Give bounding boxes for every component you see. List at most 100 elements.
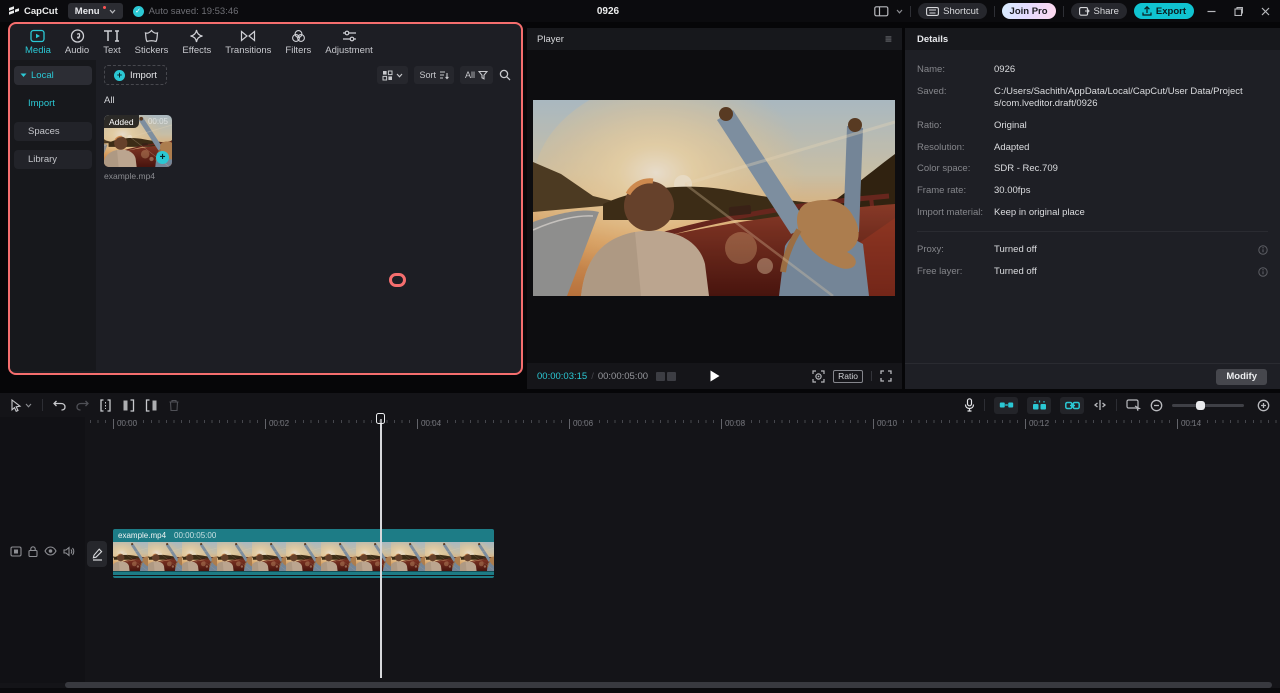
layout-icon[interactable] [874,5,889,17]
shortcut-label: Shortcut [943,5,979,17]
share-button[interactable]: Share [1070,3,1127,19]
draft-edit-button[interactable] [87,541,107,567]
text-icon [104,29,120,42]
playhead-handle[interactable] [376,413,385,424]
asset-tab-bar: Media Audio Text Stickers Effects Transi… [10,24,521,60]
clip-thumbnail [182,542,218,571]
fullscreen-icon[interactable] [880,370,892,382]
detail-row-proxy: Proxy: Turned off [917,244,1268,256]
ruler-label: 00:10 [873,419,897,429]
timeline-zoom-slider[interactable] [1172,400,1244,410]
split-delete-left-icon[interactable] [122,398,135,412]
tab-adjustment[interactable]: Adjustment [318,29,380,56]
clip-thumbnail [286,542,322,571]
video-thumbnail[interactable]: Added 00:05 + [104,115,172,167]
media-sidebar: Local Import Spaces Library [10,60,96,371]
lock-icon[interactable] [28,546,38,557]
join-pro-button[interactable]: Join Pro [1001,3,1056,19]
media-card[interactable]: Added 00:05 + example.mp4 [104,115,172,181]
close-button[interactable] [1255,0,1275,22]
view-mode-button[interactable] [377,66,409,84]
sidebar-item-import[interactable]: Import [14,94,92,113]
zoom-slider-handle[interactable] [1196,400,1205,410]
filter-button[interactable]: All [459,66,493,84]
cover-icon[interactable] [10,546,22,557]
info-icon[interactable] [1258,267,1268,277]
sidebar-group-local[interactable]: Local [14,66,92,85]
export-icon [1142,6,1152,16]
time-ruler[interactable]: 00:00 00:02 00:04 00:06 00:08 00:10 00:1… [0,417,1280,431]
detail-label: Color space: [917,163,971,175]
zoom-fit-icon[interactable] [1257,399,1270,412]
menu-label: Menu [74,5,100,17]
select-tool-button[interactable] [10,398,32,412]
tab-stickers[interactable]: Stickers [128,29,176,56]
tab-transitions[interactable]: Transitions [218,29,278,56]
chevron-down-icon [25,403,32,408]
player-title: Player [537,33,564,45]
eye-icon[interactable] [44,546,57,556]
ratio-button[interactable]: Ratio [833,369,863,383]
zoom-out-icon[interactable] [1150,399,1163,412]
playhead-line[interactable] [380,419,382,678]
timeline-toolbar [0,393,1280,417]
divider [871,371,872,381]
snapshot-icon[interactable] [812,369,825,383]
redo-icon[interactable] [76,399,89,411]
record-voiceover-icon[interactable] [964,398,975,412]
sort-button[interactable]: Sort [414,66,454,84]
timeline-clip[interactable]: example.mp4 00:00:05:00 [113,529,494,578]
clip-duration: 00:05 [147,117,168,126]
auto-snap-toggle[interactable] [1027,396,1051,414]
tab-effects[interactable]: Effects [175,29,218,56]
divider [984,399,985,411]
modify-button[interactable]: Modify [1216,368,1267,385]
split-delete-right-icon[interactable] [145,398,158,412]
clip-duration: 00:00:05:00 [174,531,217,540]
split-icon[interactable] [99,398,112,412]
info-icon[interactable] [1258,245,1268,255]
clip-filename: example.mp4 [104,171,156,181]
tab-label: Adjustment [325,44,373,56]
tab-audio[interactable]: Audio [58,28,96,56]
play-button[interactable] [710,370,720,382]
tab-label: Text [103,44,121,56]
autosave-status: ✓ Auto saved: 19:53:46 [132,5,238,17]
tab-filters[interactable]: Filters [278,29,318,56]
maximize-button[interactable] [1228,0,1248,22]
edit-clip-handles-icon[interactable] [1093,399,1107,411]
ruler-label: 00:06 [569,419,593,429]
main-track-magnet-toggle[interactable] [994,396,1018,414]
clip-audio-strip [113,576,494,578]
undo-icon[interactable] [53,399,66,411]
link-clips-toggle[interactable] [1060,396,1084,414]
grid-view-icon [382,70,393,80]
preview-axis-icon[interactable] [1126,399,1141,411]
export-button[interactable]: Export [1133,3,1194,19]
shortcut-button[interactable]: Shortcut [918,3,987,19]
import-button[interactable]: + Import [104,65,167,85]
detail-label: Frame rate: [917,185,967,197]
add-to-timeline-button[interactable]: + [156,151,169,164]
sidebar-item-library[interactable]: Library [14,150,92,169]
clip-name: example.mp4 [118,531,167,540]
menu-button[interactable]: Menu [67,3,123,19]
funnel-icon [478,70,488,80]
sidebar-item-spaces[interactable]: Spaces [14,122,92,141]
speaker-icon[interactable] [63,546,75,557]
detail-value: 0926 [994,64,1016,75]
delete-icon[interactable] [168,399,180,412]
player-menu-icon[interactable]: ≡ [885,33,892,45]
minimize-button[interactable] [1201,0,1221,22]
clip-thumbnail [217,542,252,571]
video-preview[interactable] [533,100,895,296]
search-icon[interactable] [499,69,511,81]
detail-row-saved: Saved: C:/Users/Sachith/AppData/Local/Ca… [917,86,1268,110]
chevron-down-icon[interactable] [896,9,903,14]
detail-label: Free layer: [917,265,963,277]
frame-preview-icon[interactable] [656,371,677,381]
divider [42,399,43,411]
tab-media[interactable]: Media [18,29,58,56]
tab-text[interactable]: Text [96,29,127,56]
share-icon [1078,7,1090,16]
